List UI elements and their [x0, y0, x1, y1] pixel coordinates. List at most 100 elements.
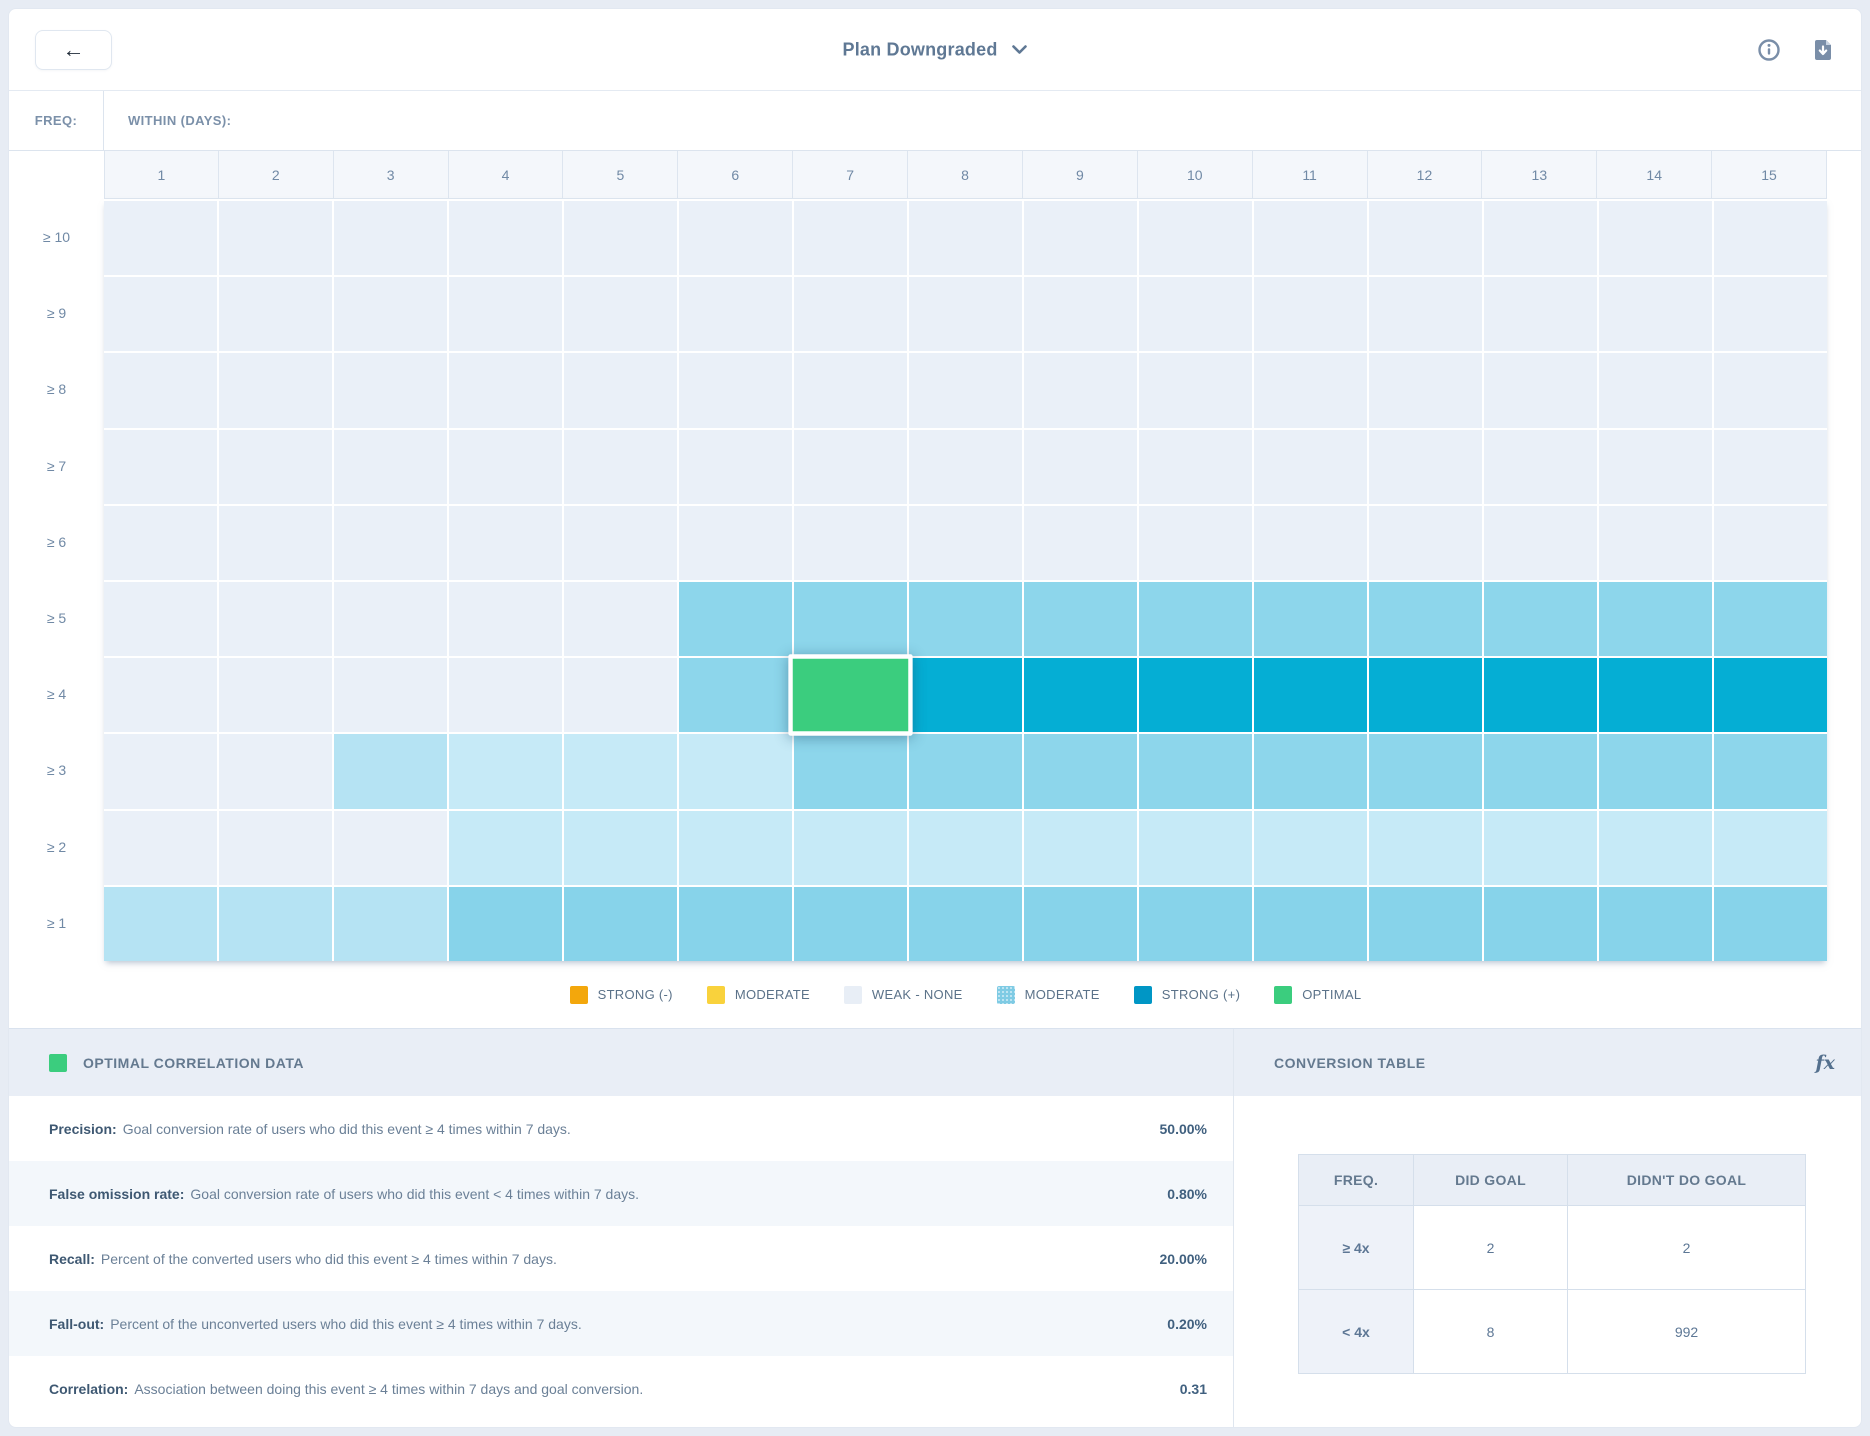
heatmap-cell[interactable]: [449, 582, 562, 656]
heatmap-cell[interactable]: [219, 277, 332, 351]
heatmap-cell[interactable]: [104, 658, 217, 732]
heatmap-cell[interactable]: [1024, 506, 1137, 580]
heatmap-cell[interactable]: [334, 887, 447, 961]
heatmap-cell[interactable]: [1369, 887, 1482, 961]
heatmap-cell[interactable]: [679, 734, 792, 808]
info-icon[interactable]: [1757, 38, 1781, 62]
heatmap-cell[interactable]: [1139, 734, 1252, 808]
heatmap-cell[interactable]: [564, 811, 677, 885]
download-icon[interactable]: [1811, 38, 1835, 62]
heatmap-cell[interactable]: [1484, 506, 1597, 580]
heatmap-cell[interactable]: [334, 811, 447, 885]
heatmap-cell[interactable]: [1369, 506, 1482, 580]
heatmap-cell[interactable]: [219, 658, 332, 732]
event-selector-dropdown[interactable]: Plan Downgraded: [842, 39, 1027, 60]
heatmap-cell[interactable]: [564, 201, 677, 275]
heatmap-cell[interactable]: [1254, 887, 1367, 961]
heatmap-cell[interactable]: [909, 887, 1022, 961]
heatmap-cell[interactable]: [909, 201, 1022, 275]
heatmap-cell[interactable]: [909, 277, 1022, 351]
heatmap-cell[interactable]: [1024, 353, 1137, 427]
heatmap-cell[interactable]: [104, 887, 217, 961]
heatmap-cell[interactable]: [1599, 734, 1712, 808]
heatmap-cell[interactable]: [1024, 811, 1137, 885]
heatmap-cell[interactable]: [1254, 430, 1367, 504]
heatmap-cell[interactable]: [1254, 582, 1367, 656]
heatmap-cell[interactable]: [1369, 201, 1482, 275]
heatmap-cell[interactable]: [104, 430, 217, 504]
heatmap-cell[interactable]: [104, 277, 217, 351]
heatmap-cell[interactable]: [1024, 430, 1137, 504]
heatmap-cell[interactable]: [679, 353, 792, 427]
heatmap-cell[interactable]: [1714, 430, 1827, 504]
heatmap-cell[interactable]: [1024, 658, 1137, 732]
heatmap-cell[interactable]: [909, 658, 1022, 732]
heatmap-cell[interactable]: [1024, 887, 1137, 961]
heatmap-cell[interactable]: [794, 887, 907, 961]
heatmap-cell[interactable]: [679, 430, 792, 504]
heatmap-cell[interactable]: [1254, 734, 1367, 808]
heatmap-cell[interactable]: [794, 353, 907, 427]
heatmap-cell[interactable]: [449, 734, 562, 808]
heatmap-cell[interactable]: [1254, 506, 1367, 580]
heatmap-cell[interactable]: [1599, 277, 1712, 351]
heatmap-cell[interactable]: [334, 734, 447, 808]
heatmap-cell[interactable]: [334, 353, 447, 427]
formula-fx-icon[interactable]: fx: [1815, 1052, 1835, 1074]
heatmap-cell[interactable]: [1139, 353, 1252, 427]
heatmap-cell[interactable]: [219, 811, 332, 885]
heatmap-cell[interactable]: [1714, 811, 1827, 885]
heatmap-cell[interactable]: [449, 506, 562, 580]
heatmap-cell[interactable]: [1139, 506, 1252, 580]
heatmap-cell[interactable]: [1484, 277, 1597, 351]
heatmap-cell[interactable]: [1599, 887, 1712, 961]
heatmap-cell[interactable]: [1254, 811, 1367, 885]
heatmap-cell[interactable]: [449, 658, 562, 732]
heatmap-cell[interactable]: [909, 353, 1022, 427]
heatmap-cell[interactable]: [1369, 353, 1482, 427]
heatmap-cell[interactable]: [564, 658, 677, 732]
heatmap-cell[interactable]: [1484, 430, 1597, 504]
heatmap-cell[interactable]: [1599, 353, 1712, 427]
heatmap-cell-selected-optimal[interactable]: [788, 654, 912, 736]
heatmap-cell[interactable]: [1254, 277, 1367, 351]
heatmap-cell[interactable]: [1024, 201, 1137, 275]
heatmap-cell[interactable]: [1484, 353, 1597, 427]
heatmap-cell[interactable]: [449, 430, 562, 504]
heatmap-cell[interactable]: [219, 582, 332, 656]
heatmap-cell[interactable]: [104, 506, 217, 580]
heatmap-cell[interactable]: [564, 734, 677, 808]
heatmap-cell[interactable]: [679, 201, 792, 275]
heatmap-cell[interactable]: [1714, 506, 1827, 580]
heatmap-cell[interactable]: [1599, 506, 1712, 580]
heatmap-cell[interactable]: [1254, 353, 1367, 427]
heatmap-cell[interactable]: [1369, 734, 1482, 808]
heatmap-cell[interactable]: [679, 582, 792, 656]
heatmap-cell[interactable]: [679, 658, 792, 732]
heatmap-cell[interactable]: [1254, 658, 1367, 732]
heatmap-cell[interactable]: [1714, 277, 1827, 351]
heatmap-cell[interactable]: [794, 277, 907, 351]
heatmap-cell[interactable]: [104, 353, 217, 427]
heatmap-cell[interactable]: [1024, 734, 1137, 808]
heatmap-cell[interactable]: [219, 506, 332, 580]
heatmap-cell[interactable]: [794, 201, 907, 275]
heatmap-cell[interactable]: [794, 811, 907, 885]
heatmap-cell[interactable]: [334, 201, 447, 275]
heatmap-cell[interactable]: [909, 506, 1022, 580]
heatmap-cell[interactable]: [1139, 887, 1252, 961]
heatmap-cell[interactable]: [334, 506, 447, 580]
heatmap-cell[interactable]: [564, 277, 677, 351]
heatmap-cell[interactable]: [564, 506, 677, 580]
heatmap-cell[interactable]: [219, 887, 332, 961]
heatmap-cell[interactable]: [449, 887, 562, 961]
heatmap-cell[interactable]: [1369, 658, 1482, 732]
heatmap-cell[interactable]: [1254, 201, 1367, 275]
heatmap-cell[interactable]: [1369, 430, 1482, 504]
heatmap-cell[interactable]: [794, 734, 907, 808]
heatmap-cell[interactable]: [909, 582, 1022, 656]
heatmap-cell[interactable]: [1599, 201, 1712, 275]
heatmap-cell[interactable]: [219, 201, 332, 275]
heatmap-cell[interactable]: [1484, 658, 1597, 732]
heatmap-cell[interactable]: [1484, 887, 1597, 961]
